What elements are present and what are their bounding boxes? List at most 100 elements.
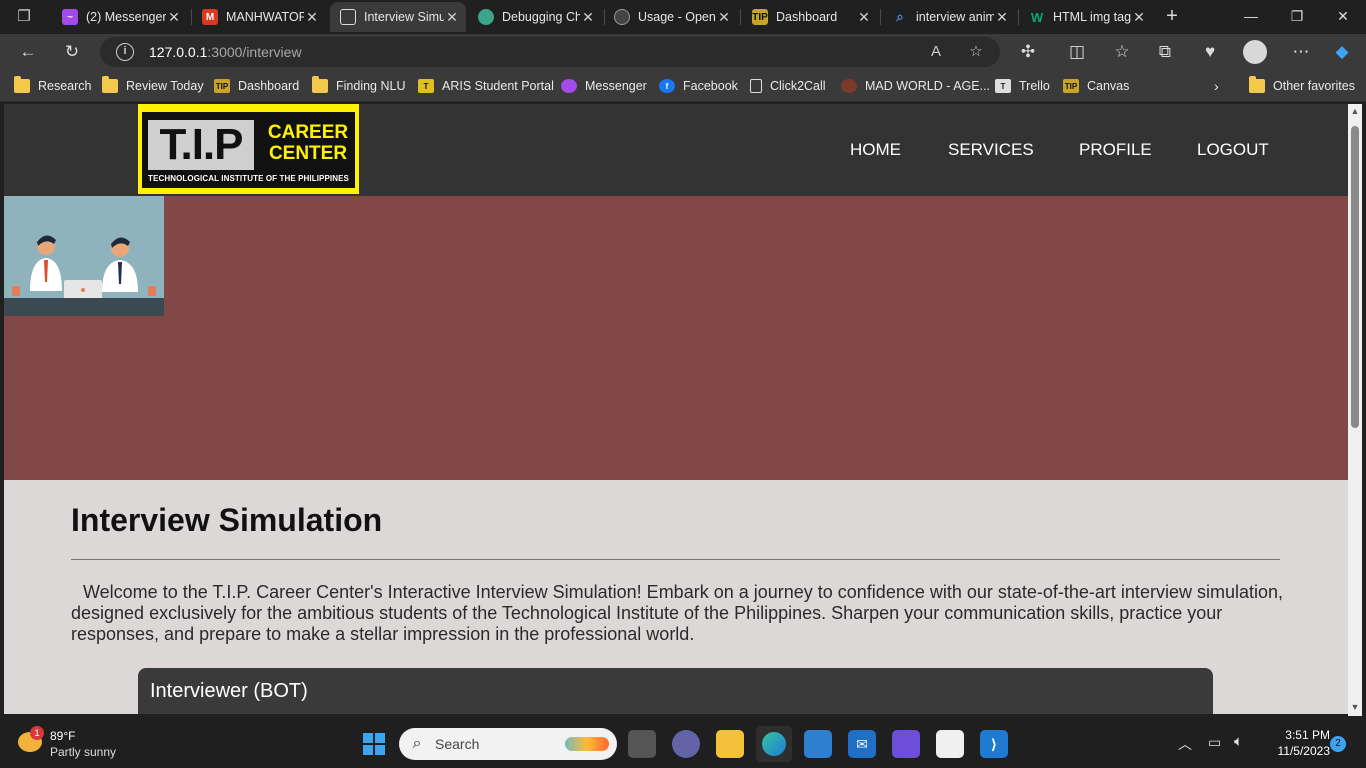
favorite-messenger[interactable]: Messenger [561,76,647,96]
edge-browser-icon[interactable] [756,726,792,762]
notification-badge[interactable]: 2 [1330,736,1346,752]
favorite-research[interactable]: Research [14,76,92,96]
tab-messenger[interactable]: ~ (2) Messenger ✕ [52,2,188,32]
new-tab-button[interactable]: + [1160,6,1184,28]
refresh-button[interactable]: ↻ [58,39,86,65]
tab-usage-openai[interactable]: Usage - OpenAI ✕ [604,2,738,32]
logo-subtitle: TECHNOLOGICAL INSTITUTE OF THE PHILIPPIN… [148,174,349,183]
address-bar[interactable]: i 127.0.0.1:3000/interview A ☆ [100,37,1000,67]
interview-illustration [4,196,164,316]
tab-title: interview anim [916,10,994,24]
close-tab-icon[interactable]: ✕ [304,9,320,26]
close-window-button[interactable]: ✕ [1320,0,1366,34]
close-tab-icon[interactable]: ✕ [444,9,460,26]
file-explorer-icon[interactable] [716,730,744,758]
hero-banner [4,196,1348,480]
tab-title: Interview Simulation [364,10,444,24]
messenger-icon [561,79,577,93]
w3schools-icon: W [1030,9,1044,25]
volume-icon[interactable]: 🔈︎ [1234,733,1243,750]
close-tab-icon[interactable]: ✕ [856,9,872,26]
mad-world-icon [841,79,857,93]
favorite-other[interactable]: Other favorites [1249,76,1355,96]
nav-profile[interactable]: PROFILE [1079,140,1152,160]
nav-logout[interactable]: LOGOUT [1197,140,1269,160]
openai-icon [614,9,630,25]
tab-html-img[interactable]: W HTML img tag ✕ [1019,2,1153,32]
favorites-bar: Research Review Today TIP Dashboard Findi… [0,70,1366,102]
manhwatop-icon: M [202,9,218,25]
page-scrollbar[interactable]: ▲ ▼ [1348,104,1362,716]
favorite-dashboard[interactable]: TIP Dashboard [214,76,299,96]
performance-icon[interactable]: ♥ [1196,39,1224,65]
microsoft-store-icon[interactable] [804,730,832,758]
extensions-icon[interactable]: ✣ [1014,39,1042,65]
favorite-star-icon[interactable]: ☆ [966,42,986,62]
chat-panel: Interviewer (BOT) [138,668,1213,714]
close-tab-icon[interactable]: ✕ [1131,9,1147,26]
nav-services[interactable]: SERVICES [948,140,1034,160]
back-button[interactable]: ← [14,39,42,65]
weather-widget[interactable]: 1 89°F Partly sunny [16,726,136,762]
network-icon[interactable]: ▭ [1208,734,1221,751]
favorite-canvas[interactable]: TIP Canvas [1063,76,1129,96]
url-text[interactable]: 127.0.0.1:3000/interview [149,44,302,60]
page-icon [340,9,356,25]
tab-dashboard[interactable]: TIP Dashboard ✕ [742,2,878,32]
favorite-facebook[interactable]: f Facebook [659,76,738,96]
folder-icon [1249,76,1265,93]
search-label: Search [435,736,480,752]
favorite-review-today[interactable]: Review Today [102,76,204,96]
minimize-button[interactable]: — [1228,0,1274,34]
logo-tip-text: T.I.P [148,120,254,170]
tab-actions-icon[interactable]: ❐ [14,7,34,27]
profile-avatar[interactable] [1241,39,1269,65]
intro-paragraph: Welcome to the T.I.P. Career Center's In… [71,582,1283,644]
tab-interview-anim[interactable]: ⌕ interview anim ✕ [882,2,1016,32]
show-hidden-icons-chevron-icon[interactable]: ︿ [1178,734,1192,754]
teams-chat-icon[interactable] [672,730,700,758]
weather-temp: 89°F [50,729,76,743]
tip-icon: TIP [1063,79,1079,93]
read-aloud-icon[interactable]: A [926,42,946,62]
favorites-icon[interactable]: ☆ [1108,39,1136,65]
page-title: Interview Simulation [71,502,383,538]
start-windows-icon[interactable] [360,730,388,758]
clock[interactable]: 3:51 PM 11/5/2023 [1262,728,1331,758]
nav-home[interactable]: HOME [850,140,901,160]
copilot-icon[interactable]: ◆ [1328,39,1356,65]
favorite-mad-world[interactable]: MAD WORLD - AGE... [841,76,990,96]
collections-icon[interactable]: ⧉ [1151,39,1179,65]
vscode-icon[interactable]: ⟩ [980,730,1008,758]
mail-icon[interactable]: ✉ [848,730,876,758]
tab-manhwatop[interactable]: M MANHWATOP ✕ [192,2,326,32]
favorite-trello[interactable]: T Trello [995,76,1050,96]
folder-icon [102,76,118,93]
close-tab-icon[interactable]: ✕ [716,9,732,26]
favorites-overflow-chevron-icon[interactable]: › [1214,76,1219,96]
tip-career-center-logo[interactable]: T.I.P CAREER CENTER TECHNOLOGICAL INSTITU… [138,104,359,194]
task-view-icon[interactable] [628,730,656,758]
tab-interview-simulation[interactable]: Interview Simulation ✕ [330,2,466,32]
scroll-up-arrow-icon[interactable]: ▲ [1348,104,1362,118]
chat-header: Interviewer (BOT) [150,680,308,702]
close-tab-icon[interactable]: ✕ [994,9,1010,26]
close-tab-icon[interactable]: ✕ [580,9,596,26]
site-info-icon[interactable]: i [116,43,134,61]
more-menu-icon[interactable]: ⋯ [1287,39,1315,65]
favorite-click2call[interactable]: Click2Call [750,76,826,96]
tab-debugging[interactable]: Debugging Ch ✕ [468,2,602,32]
favorite-aris[interactable]: T ARIS Student Portal [418,76,554,96]
favorite-finding-nlu[interactable]: Finding NLU [312,76,405,96]
scrollbar-thumb[interactable] [1351,126,1359,428]
notepad-icon[interactable] [936,730,964,758]
copilot-app-icon[interactable] [892,730,920,758]
restore-button[interactable]: ❐ [1274,0,1320,34]
taskbar-search[interactable]: ⌕ Search [399,728,617,760]
site-header: T.I.P CAREER CENTER TECHNOLOGICAL INSTITU… [4,104,1348,196]
tab-strip: ❐ ~ (2) Messenger ✕ M MANHWATOP ✕ Interv… [0,0,1366,34]
scroll-down-arrow-icon[interactable]: ▼ [1348,700,1362,714]
close-tab-icon[interactable]: ✕ [166,9,182,26]
clock-time: 3:51 PM [1285,728,1330,742]
split-screen-icon[interactable]: ◫ [1063,39,1091,65]
